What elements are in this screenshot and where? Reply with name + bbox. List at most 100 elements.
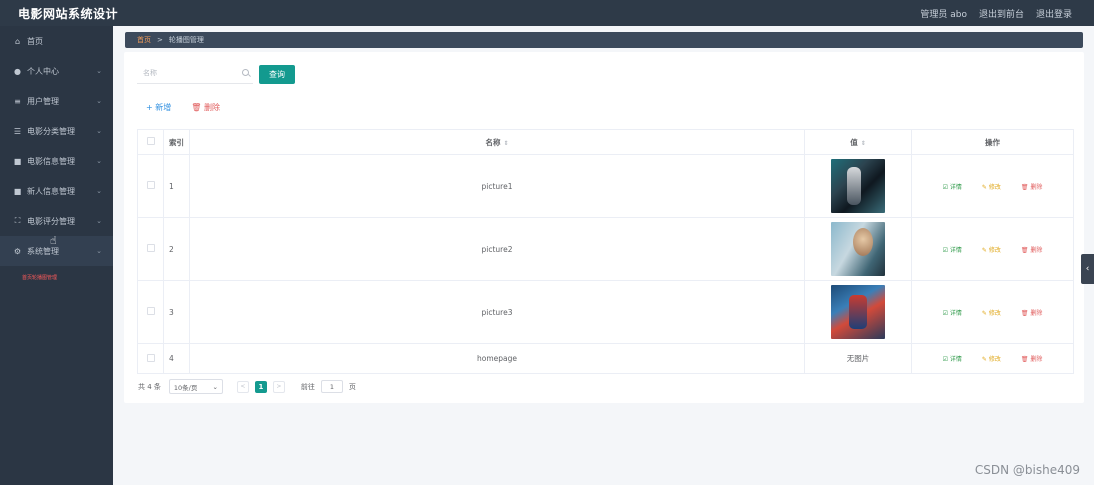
sidebar-item-user-management[interactable]: ≡ 用户管理 ⌄ — [0, 86, 113, 116]
table-row: 1 picture1 ☑ 详情 ✎ 修改 🗑 删除 — [137, 154, 1074, 218]
table-row: 4 homepage 无图片 ☑ 详情 ✎ 修改 🗑 删除 — [137, 343, 1074, 374]
watermark: CSDN @bishe409 — [974, 463, 1080, 477]
chevron-down-icon: ⌄ — [212, 382, 218, 391]
delete-button[interactable]: 🗑 删除 — [1021, 354, 1043, 363]
action-row: + 新增 🗑 删除 — [146, 102, 220, 113]
delete-button[interactable]: 🗑 删除 — [1021, 308, 1043, 317]
sidebar-item-label: 首页 — [27, 36, 43, 46]
chevron-down-icon: ⌄ — [96, 97, 102, 105]
goto-label: 前往 — [300, 382, 315, 391]
edit-button[interactable]: ✎ 修改 — [982, 354, 1001, 363]
sort-icon[interactable]: ⇕ — [503, 140, 508, 147]
row-value — [804, 280, 912, 344]
row-checkbox[interactable] — [146, 244, 155, 252]
chevron-down-icon: ⌄ — [96, 67, 102, 75]
table-header-row: 索引 名称 ⇕ 值 ⇕ 操作 — [137, 129, 1074, 155]
row-value: 无图片 — [804, 343, 912, 374]
header-value[interactable]: 值 ⇕ — [804, 129, 912, 155]
chevron-down-icon: ⌄ — [96, 157, 102, 165]
side-panel-toggle[interactable]: ‹ — [1081, 254, 1094, 284]
detail-button[interactable]: ☑ 详情 — [943, 245, 962, 254]
batch-delete-button[interactable]: 🗑 删除 — [191, 102, 220, 113]
carousel-thumbnail — [831, 285, 885, 339]
chevron-down-icon: ⌄ — [96, 247, 102, 255]
select-all-checkbox[interactable] — [146, 137, 155, 145]
sidebar-item-movie-info[interactable]: ■ 电影信息管理 ⌄ — [0, 146, 113, 176]
app-title: 电影网站系统设计 — [18, 6, 119, 21]
edit-button[interactable]: ✎ 修改 — [982, 308, 1001, 317]
sidebar-item-label: 个人中心 — [27, 66, 59, 76]
prev-page-button[interactable]: < — [236, 380, 249, 393]
table-row: 2 picture2 ☑ 详情 ✎ 修改 🗑 删除 — [137, 217, 1074, 281]
back-to-front-link[interactable]: 退出到前台 — [979, 7, 1024, 20]
row-select-cell — [137, 217, 164, 281]
sidebar-item-newcomer-info[interactable]: ■ 新人信息管理 ⌄ — [0, 176, 113, 206]
page-size-select[interactable]: 10条/页 ⌄ — [168, 379, 223, 394]
sidebar-item-label: 系统管理 — [27, 246, 59, 256]
row-operations: ☑ 详情 ✎ 修改 🗑 删除 — [911, 343, 1074, 374]
row-checkbox[interactable] — [146, 307, 155, 315]
row-name: picture1 — [189, 154, 805, 218]
main-panel: 查询 + 新增 🗑 删除 索引 名称⇕ 值⇕ 操作 1 picture1 — [124, 52, 1084, 403]
delete-button[interactable]: 🗑 删除 — [1021, 182, 1043, 191]
chevron-down-icon: ⌄ — [96, 127, 102, 135]
sidebar-item-personal-center[interactable]: ● 个人中心 ⌄ — [0, 56, 113, 86]
next-page-button[interactable]: > — [272, 380, 285, 393]
user-links: 管理员 abo 退出到前台 退出登录 — [920, 7, 1072, 20]
row-select-cell — [137, 343, 164, 374]
edit-button[interactable]: ✎ 修改 — [982, 245, 1001, 254]
logout-link[interactable]: 退出登录 — [1036, 7, 1072, 20]
row-index: 2 — [163, 217, 190, 281]
fullscreen-icon: ⛶ — [14, 216, 21, 225]
sidebar-item-movie-rating[interactable]: ⛶ 电影评分管理 ⌄ — [0, 206, 113, 236]
search-input[interactable] — [137, 64, 237, 82]
row-index: 3 — [163, 280, 190, 344]
breadcrumb-current: 轮播图管理 — [168, 36, 204, 44]
row-select-cell — [137, 154, 164, 218]
pagination: 共 4 条 10条/页 ⌄ < 1 > 前往 页 — [138, 379, 356, 394]
page-number-current[interactable]: 1 — [254, 380, 267, 393]
row-name: picture3 — [189, 280, 805, 344]
table-row: 3 picture3 ☑ 详情 ✎ 修改 🗑 删除 — [137, 280, 1074, 344]
edit-button[interactable]: ✎ 修改 — [982, 182, 1001, 191]
carousel-table: 索引 名称⇕ 值⇕ 操作 1 picture1 ☑ 详情 ✎ 修改 🗑 删除 — [137, 129, 1074, 374]
search-icon — [242, 69, 249, 76]
header-name-label: 名称 — [485, 137, 501, 147]
admin-user-label: 管理员 abo — [920, 9, 967, 20]
sidebar-subitem-carousel[interactable]: 首页轮播图管理 — [0, 266, 113, 288]
chevron-down-icon: ⌄ — [96, 187, 102, 195]
sidebar-item-label: 电影评分管理 — [27, 216, 75, 226]
goto-page-input[interactable] — [320, 380, 343, 393]
row-value — [804, 154, 912, 218]
row-value — [804, 217, 912, 281]
sidebar-item-home[interactable]: ⌂ 首页 — [0, 26, 113, 56]
top-bar: 电影网站系统设计 管理员 abo 退出到前台 退出登录 — [0, 0, 1094, 26]
row-operations: ☑ 详情 ✎ 修改 🗑 删除 — [911, 217, 1074, 281]
breadcrumb-home[interactable]: 首页 — [137, 35, 151, 45]
row-checkbox[interactable] — [146, 353, 155, 362]
page-unit-label: 页 — [348, 382, 356, 391]
header-name[interactable]: 名称 ⇕ — [189, 129, 805, 155]
row-select-cell — [137, 280, 164, 344]
sidebar-item-label: 电影分类管理 — [27, 126, 75, 136]
film-icon: ■ — [13, 156, 22, 166]
row-name: homepage — [189, 343, 805, 374]
row-operations: ☑ 详情 ✎ 修改 🗑 删除 — [911, 280, 1074, 344]
page-size-value: 10条/页 — [173, 383, 198, 392]
row-operations: ☑ 详情 ✎ 修改 🗑 删除 — [911, 154, 1074, 218]
sort-icon[interactable]: ⇕ — [861, 140, 866, 147]
detail-button[interactable]: ☑ 详情 — [943, 308, 962, 317]
add-button[interactable]: + 新增 — [146, 102, 171, 113]
header-operations: 操作 — [911, 129, 1074, 155]
sidebar-item-movie-category[interactable]: ☰ 电影分类管理 ⌄ — [0, 116, 113, 146]
delete-button[interactable]: 🗑 删除 — [1021, 245, 1043, 254]
row-checkbox[interactable] — [146, 181, 155, 189]
gear-icon: ⚙ — [13, 246, 22, 256]
detail-button[interactable]: ☑ 详情 — [943, 354, 962, 363]
total-count: 共 4 条 — [138, 382, 161, 391]
query-button[interactable]: 查询 — [259, 65, 295, 84]
message-icon: ■ — [13, 186, 22, 196]
detail-button[interactable]: ☑ 详情 — [943, 182, 962, 191]
home-icon: ⌂ — [14, 36, 21, 46]
breadcrumb: 首页 > 轮播图管理 — [125, 32, 1083, 48]
